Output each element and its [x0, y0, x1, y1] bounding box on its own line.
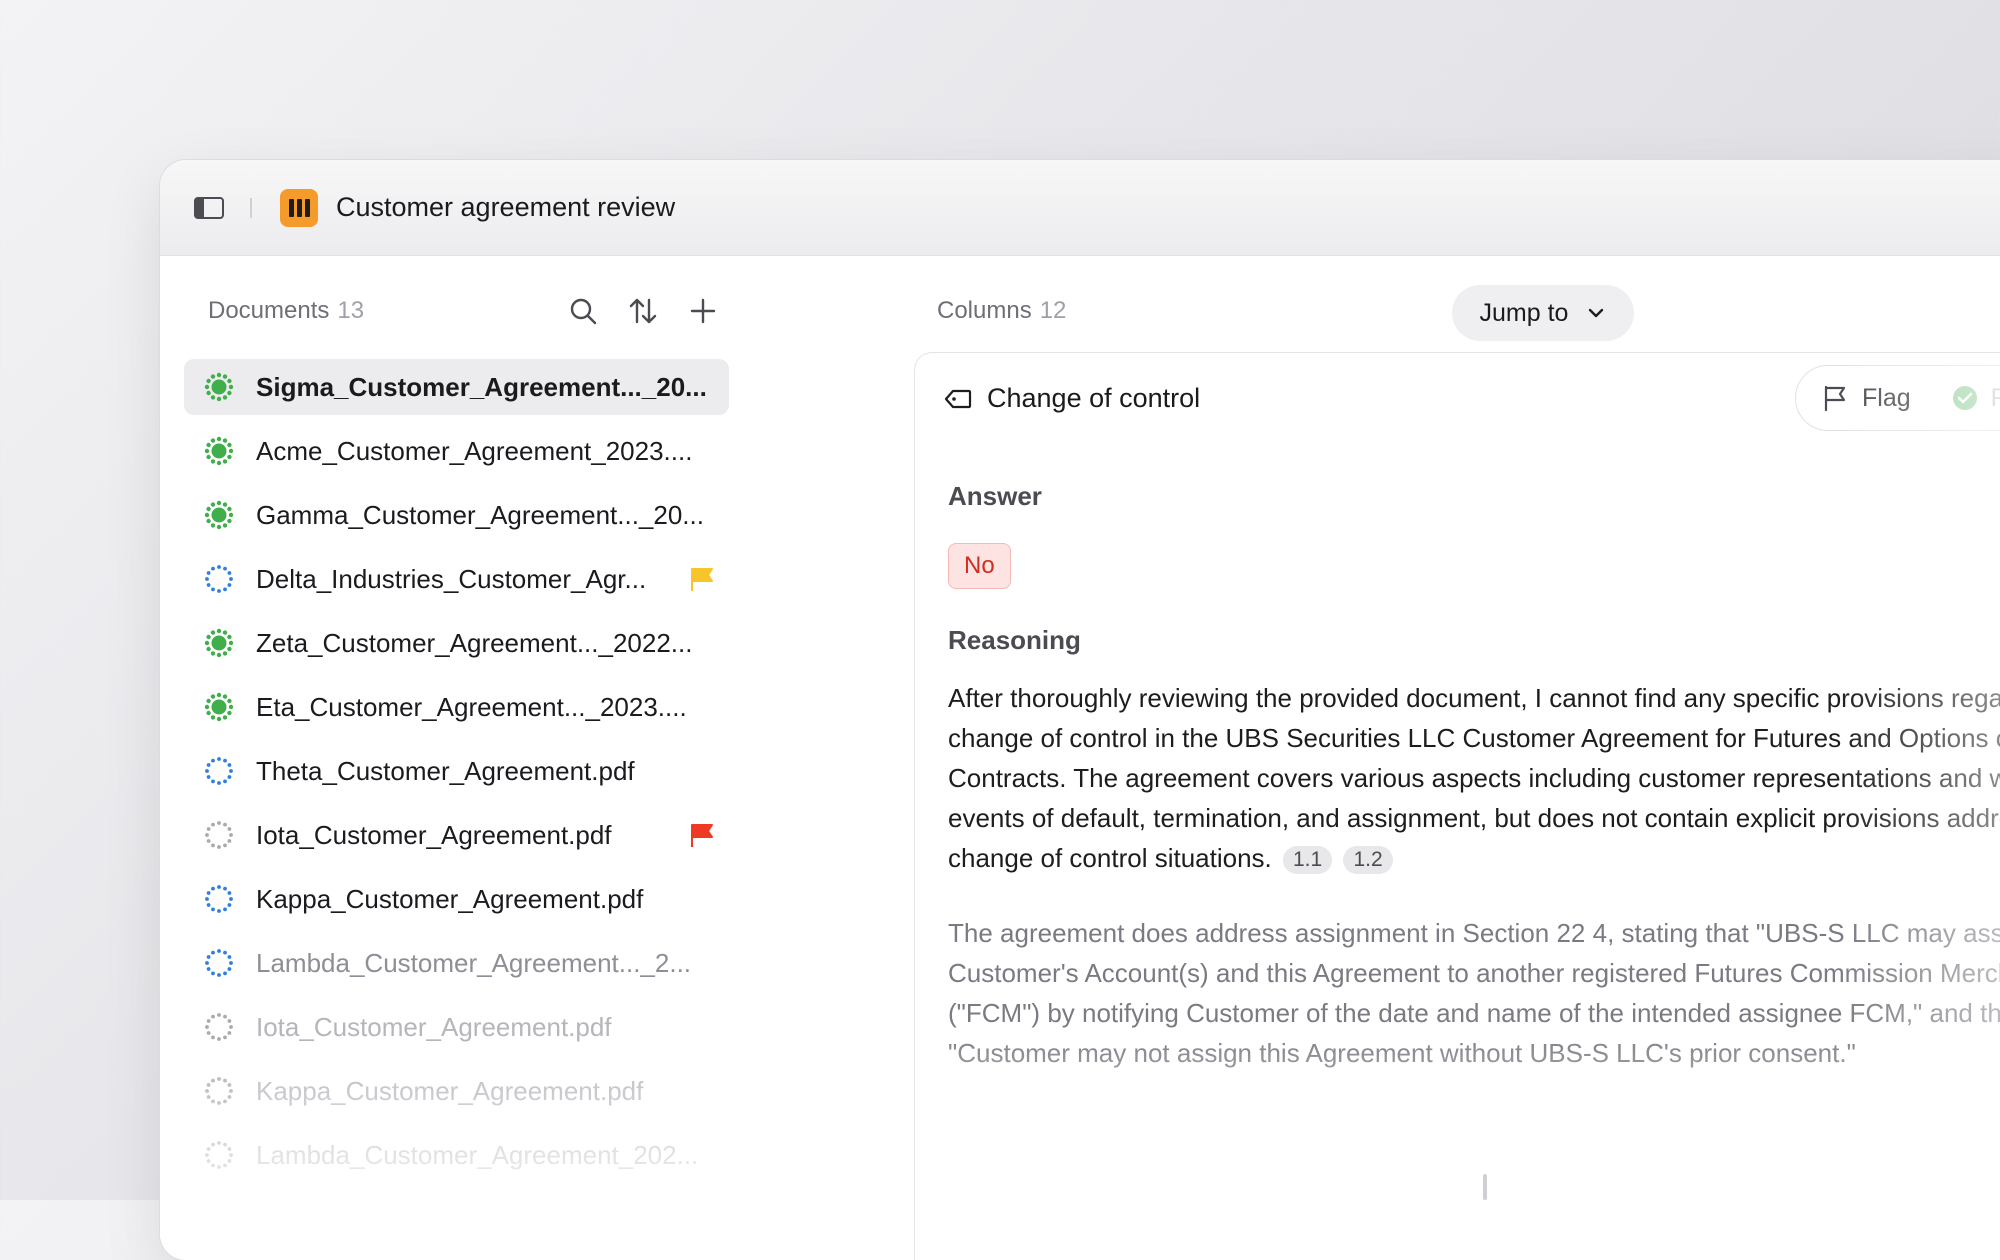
- status-processing-icon: [205, 757, 233, 785]
- answer-heading: Answer: [948, 481, 1042, 511]
- title-bar: Customer agreement review: [160, 160, 2000, 256]
- status-complete-icon: [204, 692, 234, 722]
- document-row[interactable]: Sigma_Customer_Agreement..._20...: [184, 359, 729, 415]
- app-window: Customer agreement review Documents 13 S…: [160, 160, 2000, 1260]
- column-detail-card: Change of control Flag Reviewed Answer: [914, 352, 2000, 1260]
- reasoning-paragraph: After thoroughly reviewing the provided …: [948, 678, 2000, 878]
- status-complete-icon: [204, 372, 234, 402]
- document-row[interactable]: Kappa_Customer_Agreement.pdf: [184, 1063, 729, 1119]
- status-pending-icon: [205, 1013, 233, 1041]
- reasoning-paragraph-2: The agreement does address assignment in…: [948, 918, 2000, 1068]
- document-row[interactable]: Iota_Customer_Agreement.pdf: [184, 807, 729, 863]
- document-name: Gamma_Customer_Agreement..._20...: [256, 499, 704, 530]
- citation-chip[interactable]: 1.2: [1343, 846, 1393, 874]
- document-row[interactable]: Zeta_Customer_Agreement..._2022...: [184, 615, 729, 671]
- document-name: Lambda_Customer_Agreement..._2...: [256, 947, 692, 978]
- jump-to-label: Jump to: [1479, 298, 1569, 327]
- document-row[interactable]: Acme_Customer_Agreement_2023....: [184, 423, 729, 479]
- status-pending-icon: [205, 821, 233, 849]
- document-name: Kappa_Customer_Agreement.pdf: [256, 883, 644, 914]
- columns-header: Columns 12 Jump to: [742, 256, 2000, 366]
- answer-value-badge: No: [948, 543, 1011, 589]
- flag-button[interactable]: Flag: [1820, 383, 1911, 413]
- jump-to-dropdown[interactable]: Jump to: [1452, 285, 1634, 341]
- app-logo-icon: [280, 188, 318, 227]
- tag-icon: [944, 389, 972, 408]
- chevron-down-icon: [1589, 308, 1604, 318]
- document-row[interactable]: Iota_Customer_Agreement.pdf: [184, 999, 729, 1055]
- column-title-row: Change of control: [943, 383, 1200, 414]
- title-divider: [250, 197, 252, 218]
- window-title: Customer agreement review: [336, 192, 676, 222]
- reviewed-label: Reviewed: [1990, 383, 2000, 412]
- document-name: Iota_Customer_Agreement.pdf: [256, 1011, 612, 1042]
- status-pending-icon: [205, 1077, 233, 1105]
- document-name: Acme_Customer_Agreement_2023....: [256, 435, 693, 466]
- reasoning-text: After thoroughly reviewing the provided …: [948, 683, 2000, 873]
- sidebar-toggle-icon[interactable]: [194, 196, 224, 219]
- workspace: Documents 13 Sigma_Customer_Agreement...…: [160, 256, 2000, 1260]
- document-row[interactable]: Gamma_Customer_Agreement..._20...: [184, 487, 729, 543]
- search-icon[interactable]: [568, 296, 598, 326]
- documents-title: Documents: [208, 297, 330, 324]
- document-name: Kappa_Customer_Agreement.pdf: [256, 1075, 644, 1106]
- column-title: Change of control: [987, 383, 1201, 413]
- status-processing-icon: [205, 565, 233, 593]
- document-name: Zeta_Customer_Agreement..._2022...: [256, 627, 693, 658]
- document-row[interactable]: Theta_Customer_Agreement.pdf: [184, 743, 729, 799]
- document-row[interactable]: Lambda_Customer_Agreement_202...: [184, 1127, 729, 1183]
- document-row[interactable]: Lambda_Customer_Agreement..._2...: [184, 935, 729, 991]
- document-name: Lambda_Customer_Agreement_202...: [256, 1139, 699, 1170]
- document-row[interactable]: Eta_Customer_Agreement..._2023....: [184, 679, 729, 735]
- documents-header: Documents 13: [160, 256, 742, 366]
- status-complete-icon: [204, 436, 234, 466]
- citation-chip[interactable]: 1.1: [1283, 846, 1333, 874]
- document-row[interactable]: Delta_Industries_Customer_Agr...: [184, 551, 729, 607]
- check-circle-icon: [1952, 386, 1977, 410]
- document-name: Delta_Industries_Customer_Agr...: [256, 563, 647, 594]
- columns-panel: Columns 12 Jump to Change of control Fla…: [742, 256, 2000, 1260]
- status-pending-icon: [205, 1141, 233, 1169]
- flag-icon: [1824, 385, 1846, 412]
- document-name: Iota_Customer_Agreement.pdf: [256, 819, 612, 850]
- documents-panel: Documents 13 Sigma_Customer_Agreement...…: [160, 256, 742, 1260]
- sort-icon[interactable]: [628, 296, 658, 326]
- status-processing-icon: [205, 949, 233, 977]
- flag-label: Flag: [1862, 383, 1911, 412]
- reasoning-heading: Reasoning: [948, 625, 1081, 655]
- columns-count: 12: [1039, 297, 1067, 324]
- red-flag-icon[interactable]: [687, 820, 717, 850]
- yellow-flag-icon[interactable]: [687, 564, 717, 594]
- document-name: Sigma_Customer_Agreement..._20...: [256, 371, 707, 402]
- documents-count: 13: [337, 297, 365, 324]
- add-document-icon[interactable]: [688, 296, 718, 326]
- columns-title: Columns: [937, 297, 1032, 324]
- document-name: Theta_Customer_Agreement.pdf: [256, 755, 635, 786]
- status-complete-icon: [204, 628, 234, 658]
- reviewed-button[interactable]: Reviewed: [1951, 384, 2000, 413]
- status-processing-icon: [205, 885, 233, 913]
- status-complete-icon: [204, 500, 234, 530]
- document-row[interactable]: Kappa_Customer_Agreement.pdf: [184, 871, 729, 927]
- document-list: Sigma_Customer_Agreement..._20... Acme_Cu…: [184, 359, 729, 1191]
- document-name: Eta_Customer_Agreement..._2023....: [256, 691, 687, 722]
- review-actions: Flag Reviewed: [1795, 365, 2000, 431]
- scrollbar[interactable]: [1483, 1174, 1487, 1200]
